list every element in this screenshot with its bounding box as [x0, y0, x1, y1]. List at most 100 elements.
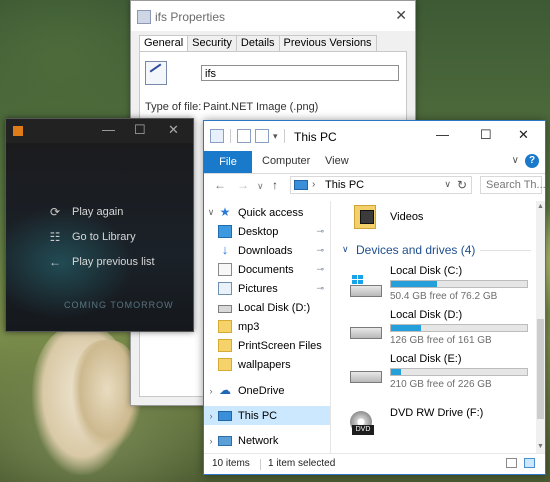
sidebar-item-label: Desktop	[238, 225, 279, 238]
customize-toolbar-icon[interactable]: ▾	[273, 131, 278, 142]
sidebar-item-local-disk-d[interactable]: Local Disk (D:)	[218, 298, 330, 317]
sidebar-item-label: Documents	[238, 263, 294, 276]
divider	[230, 129, 231, 143]
minimize-icon[interactable]: —	[102, 122, 115, 137]
windows-logo-icon	[352, 275, 363, 285]
drive-usage-fill	[391, 281, 438, 287]
maximize-icon[interactable]: ☐	[134, 122, 146, 138]
player-end-menu: ⟳ Play again ☷ Go to Library ← Play prev…	[48, 199, 155, 274]
forward-arrow-icon[interactable]: →	[237, 178, 249, 192]
drive-icon	[348, 361, 382, 383]
drive-icon	[348, 317, 382, 339]
drive-item-dvd[interactable]: DVD DVD RW Drive (F:)	[348, 401, 528, 441]
close-icon[interactable]: ✕	[518, 127, 529, 143]
folder-label: Videos	[390, 211, 424, 223]
new-folder-icon[interactable]	[255, 129, 269, 143]
sidebar-item-printscreen-files[interactable]: PrintScreen Files	[218, 336, 330, 355]
drive-item-e[interactable]: Local Disk (E:) 210 GB free of 226 GB	[348, 353, 528, 393]
collapse-chevron-icon[interactable]: ∨	[342, 244, 349, 255]
tab-view[interactable]: View	[325, 155, 349, 167]
collapse-chevron-icon[interactable]: ∨	[204, 207, 218, 218]
sidebar-item-onedrive[interactable]: › ☁ OneDrive	[204, 381, 330, 400]
sidebar-item-label: mp3	[238, 320, 260, 333]
expand-chevron-icon[interactable]: ›	[204, 411, 218, 421]
search-input[interactable]: Search Th...	[480, 176, 545, 194]
drive-usage-bar	[390, 368, 528, 376]
up-arrow-icon[interactable]: ↑	[272, 178, 278, 192]
tab-file[interactable]: File	[204, 151, 252, 173]
sidebar-item-documents[interactable]: Documents ⊸	[218, 260, 330, 279]
desktop-icon	[218, 225, 232, 238]
pin-icon: ⊸	[316, 264, 324, 274]
explorer-titlebar[interactable]: ▾ This PC — ☐ ✕	[204, 121, 545, 151]
help-icon[interactable]: ?	[525, 154, 539, 168]
selection-count: 1 item selected	[268, 458, 336, 469]
drive-name: Local Disk (E:)	[390, 353, 462, 365]
documents-icon	[218, 263, 232, 276]
drive-free-space: 126 GB free of 161 GB	[390, 335, 492, 346]
close-icon[interactable]: ✕	[395, 7, 407, 24]
pictures-icon	[218, 282, 232, 295]
minimize-icon[interactable]: —	[436, 127, 449, 142]
address-bar[interactable]: › This PC ∨ ↻	[290, 176, 472, 194]
address-dropdown-icon[interactable]: ∨	[444, 179, 451, 190]
downloads-icon: ↓	[221, 242, 229, 257]
sidebar-item-wallpapers[interactable]: wallpapers	[218, 355, 330, 374]
sidebar-item-mp3[interactable]: mp3	[218, 317, 330, 336]
sidebar-item-downloads[interactable]: ↓ Downloads ⊸	[218, 241, 330, 260]
folder-icon	[218, 358, 232, 371]
vertical-scrollbar[interactable]: ▲ ▼	[536, 201, 545, 453]
drive-item-d[interactable]: Local Disk (D:) 126 GB free of 161 GB	[348, 309, 528, 349]
devices-section-header[interactable]: ∨ Devices and drives (4)	[342, 243, 531, 259]
navigation-pane: ∨ ★ Quick access Desktop ⊸ ↓ Downloads ⊸…	[204, 201, 331, 453]
refresh-icon[interactable]: ↻	[457, 178, 467, 192]
tab-previous-versions[interactable]: Previous Versions	[278, 35, 377, 51]
sidebar-item-network[interactable]: › Network	[204, 431, 330, 450]
breadcrumb-this-pc[interactable]: This PC	[325, 179, 364, 191]
drive-item-c[interactable]: Local Disk (C:) 50.4 GB free of 76.2 GB	[348, 265, 528, 305]
dvd-drive-icon: DVD	[348, 409, 382, 435]
play-again-button[interactable]: ⟳ Play again	[48, 199, 155, 224]
scroll-down-icon[interactable]: ▼	[537, 443, 544, 450]
drive-name: Local Disk (C:)	[390, 265, 463, 277]
drive-name: Local Disk (D:)	[390, 309, 463, 321]
go-to-library-button[interactable]: ☷ Go to Library	[48, 224, 155, 249]
large-icons-view-icon[interactable]	[524, 458, 535, 468]
sidebar-item-pictures[interactable]: Pictures ⊸	[218, 279, 330, 298]
player-titlebar[interactable]: — ☐ ✕	[6, 119, 193, 143]
sidebar-item-quick-access[interactable]: ∨ ★ Quick access	[204, 203, 330, 222]
drive-body	[350, 285, 382, 297]
sidebar-item-this-pc[interactable]: › This PC	[204, 406, 330, 425]
drive-name: DVD RW Drive (F:)	[390, 407, 484, 419]
filename-field[interactable]: ifs	[201, 65, 399, 81]
properties-icon[interactable]	[237, 129, 251, 143]
folder-item-videos[interactable]: Videos	[354, 205, 524, 235]
scrollbar-thumb[interactable]	[537, 319, 544, 419]
back-arrow-icon: ←	[49, 254, 61, 269]
maximize-icon[interactable]: ☐	[480, 127, 492, 143]
breadcrumb-chevron-icon[interactable]: ›	[312, 179, 315, 190]
sidebar-item-desktop[interactable]: Desktop ⊸	[218, 222, 330, 241]
pane-divider[interactable]	[330, 201, 331, 453]
drive-usage-bar	[390, 280, 528, 288]
scroll-up-icon[interactable]: ▲	[537, 203, 544, 210]
details-view-icon[interactable]	[506, 458, 517, 468]
poster-text: COMING TOMORROW	[64, 300, 174, 310]
tab-general[interactable]: General	[139, 35, 189, 51]
back-arrow-icon[interactable]: ←	[214, 178, 226, 192]
properties-titlebar[interactable]: ifs Properties ✕	[131, 1, 415, 31]
pin-icon: ⊸	[316, 245, 324, 255]
expand-chevron-icon[interactable]: ›	[204, 436, 218, 446]
drive-body	[350, 371, 382, 383]
expand-chevron-icon[interactable]: ›	[204, 386, 218, 396]
drive-usage-fill	[391, 325, 421, 331]
close-icon[interactable]: ✕	[168, 122, 179, 138]
expand-ribbon-icon[interactable]: ∨	[512, 155, 519, 166]
drive-free-space: 210 GB free of 226 GB	[390, 379, 492, 390]
tab-security[interactable]: Security	[187, 35, 237, 51]
play-previous-list-button[interactable]: ← Play previous list	[48, 249, 155, 274]
recent-locations-icon[interactable]: ∨	[257, 181, 264, 192]
window-title: This PC	[294, 130, 337, 144]
tab-computer[interactable]: Computer	[262, 155, 310, 167]
tab-details[interactable]: Details	[235, 35, 280, 51]
